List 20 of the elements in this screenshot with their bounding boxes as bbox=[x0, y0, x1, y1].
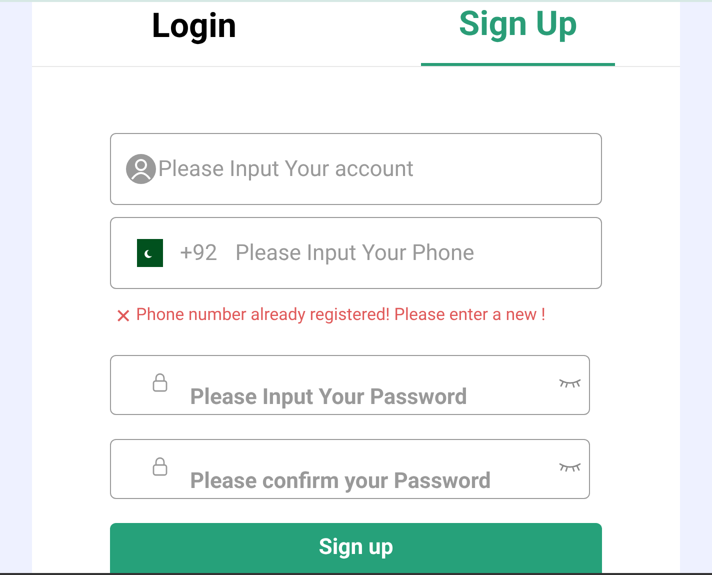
user-avatar-icon bbox=[126, 154, 156, 184]
password-input[interactable]: Please Input Your Password bbox=[190, 380, 559, 414]
sign-up-button[interactable]: Sign up bbox=[110, 522, 602, 574]
phone-input[interactable]: Please Input Your Phone bbox=[235, 236, 601, 270]
closed-eye-icon[interactable] bbox=[559, 462, 581, 472]
password-field[interactable]: Please Input Your Password bbox=[110, 354, 590, 414]
account-input[interactable]: Please Input Your account bbox=[158, 152, 601, 186]
password-input[interactable]: Please confirm your Password bbox=[190, 464, 559, 498]
error-message: Phone number already registered! Please enter a new ! bbox=[136, 304, 546, 327]
closed-eye-icon[interactable] bbox=[559, 378, 581, 388]
phone-field[interactable]: +92 Please Input Your Phone bbox=[110, 217, 602, 289]
account-field[interactable]: Please Input Your account bbox=[110, 133, 602, 205]
country-code: +92 bbox=[180, 240, 218, 268]
lock-icon bbox=[152, 372, 168, 392]
tab[interactable]: Sign Up bbox=[421, 2, 615, 66]
tab[interactable]: Login bbox=[97, 2, 291, 66]
lock-icon bbox=[152, 456, 168, 476]
password-field[interactable]: Please confirm your Password bbox=[110, 438, 590, 498]
flag-icon bbox=[137, 239, 163, 267]
error-icon: ✕ bbox=[115, 306, 132, 326]
